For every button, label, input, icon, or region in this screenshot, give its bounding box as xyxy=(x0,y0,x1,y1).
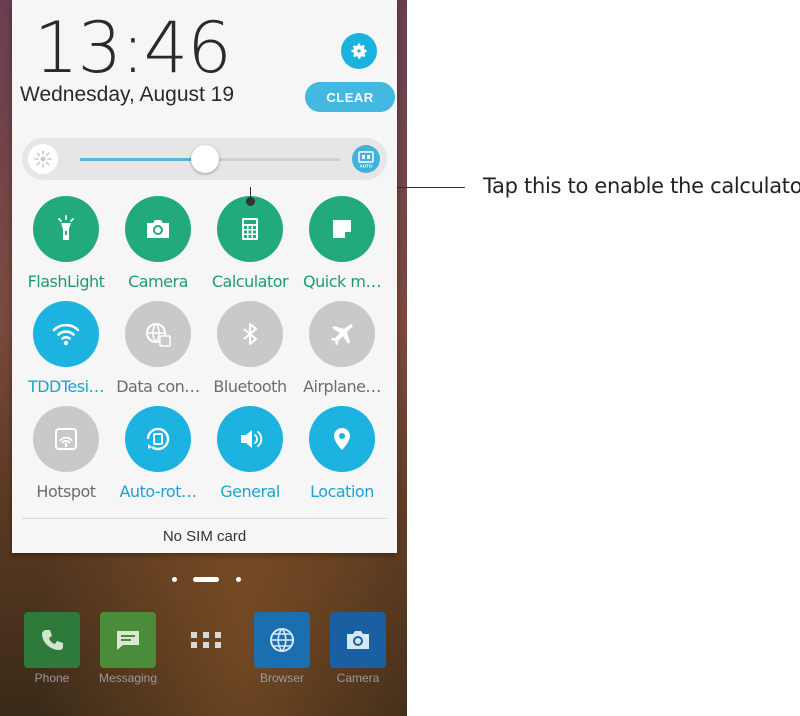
tile-hotspot[interactable]: Hotspot xyxy=(21,406,111,501)
tile-label: Quick m… xyxy=(303,272,381,291)
tile-label: FlashLight xyxy=(27,272,105,291)
location-icon xyxy=(309,406,375,472)
dock-label: Browser xyxy=(259,671,304,685)
brightness-slider-thumb[interactable] xyxy=(190,145,219,173)
camera-app-icon xyxy=(330,612,386,668)
tile-label: Auto-rot… xyxy=(119,482,197,501)
phone-icon xyxy=(24,612,80,668)
app-drawer-icon xyxy=(178,612,234,668)
divider xyxy=(22,518,387,519)
dock-label: Phone xyxy=(34,671,70,685)
tile-label: Location xyxy=(310,482,374,501)
messaging-icon xyxy=(100,612,156,668)
flashlight-icon xyxy=(33,196,99,262)
dock-phone[interactable]: Phone xyxy=(22,612,82,685)
gear-icon xyxy=(351,43,367,59)
auto-brightness-icon: AUTO xyxy=(358,151,374,169)
date: Wednesday, August 19 xyxy=(20,83,235,106)
tile-airplane[interactable]: Airplane… xyxy=(297,301,387,396)
dock-label: Camera xyxy=(336,671,380,685)
tile-label: Camera xyxy=(128,272,188,291)
tile-data-connection[interactable]: Data con… xyxy=(113,301,203,396)
tile-camera[interactable]: Camera xyxy=(113,196,203,291)
brightness-bar: AUTO xyxy=(22,138,387,180)
page-dot xyxy=(172,577,177,582)
sound-icon xyxy=(217,406,283,472)
svg-text:AUTO: AUTO xyxy=(360,164,373,169)
tile-bluetooth[interactable]: Bluetooth xyxy=(205,301,295,396)
tile-quick-memo[interactable]: Quick m… xyxy=(297,196,387,291)
auto-brightness-button[interactable]: AUTO xyxy=(352,145,380,173)
tile-label: Data con… xyxy=(116,377,200,396)
data-connection-icon xyxy=(125,301,191,367)
tile-auto-rotate[interactable]: Auto-rot… xyxy=(113,406,203,501)
tile-label: Bluetooth xyxy=(213,377,287,396)
dock-browser[interactable]: Browser xyxy=(252,612,312,685)
auto-rotate-icon xyxy=(125,406,191,472)
page-indicator xyxy=(168,577,248,583)
camera-icon xyxy=(125,196,191,262)
hotspot-icon xyxy=(33,406,99,472)
phone-screen: 13:46 Wednesday, August 19 CLEAR AUTO Fl… xyxy=(0,0,407,716)
wifi-icon xyxy=(33,301,99,367)
tile-label: TDDTesi… xyxy=(27,377,105,396)
browser-icon xyxy=(254,612,310,668)
settings-gear-button[interactable] xyxy=(341,33,377,69)
dock-camera[interactable]: Camera xyxy=(328,612,388,685)
sim-status: No SIM card xyxy=(162,528,247,545)
callout-text: Tap this to enable the calculator xyxy=(483,174,800,198)
tile-label: General xyxy=(220,482,280,501)
quick-memo-icon xyxy=(309,196,375,262)
tile-label: Airplane… xyxy=(303,377,381,396)
dock-app-drawer[interactable] xyxy=(176,612,236,668)
brightness-fill xyxy=(80,158,205,161)
tile-flashlight[interactable]: FlashLight xyxy=(21,196,111,291)
tile-label: Calculator xyxy=(211,272,289,291)
tile-sound-profile[interactable]: General xyxy=(205,406,295,501)
quick-settings-panel: 13:46 Wednesday, August 19 CLEAR AUTO Fl… xyxy=(12,0,397,553)
tile-label: Hotspot xyxy=(36,482,96,501)
tile-calculator[interactable]: Calculator xyxy=(205,196,295,291)
brightness-low-icon xyxy=(28,144,58,174)
tile-wifi[interactable]: TDDTesi… xyxy=(21,301,111,396)
clear-button[interactable]: CLEAR xyxy=(305,82,395,112)
tile-location[interactable]: Location xyxy=(297,406,387,501)
dock-label: Messaging xyxy=(98,671,158,685)
airplane-icon xyxy=(309,301,375,367)
callout-dot xyxy=(246,197,255,206)
bluetooth-icon xyxy=(217,301,283,367)
dock-messaging[interactable]: Messaging xyxy=(98,612,158,685)
page-dot-current xyxy=(193,577,219,582)
clock: 13:46 xyxy=(34,7,232,89)
page-dot xyxy=(236,577,241,582)
